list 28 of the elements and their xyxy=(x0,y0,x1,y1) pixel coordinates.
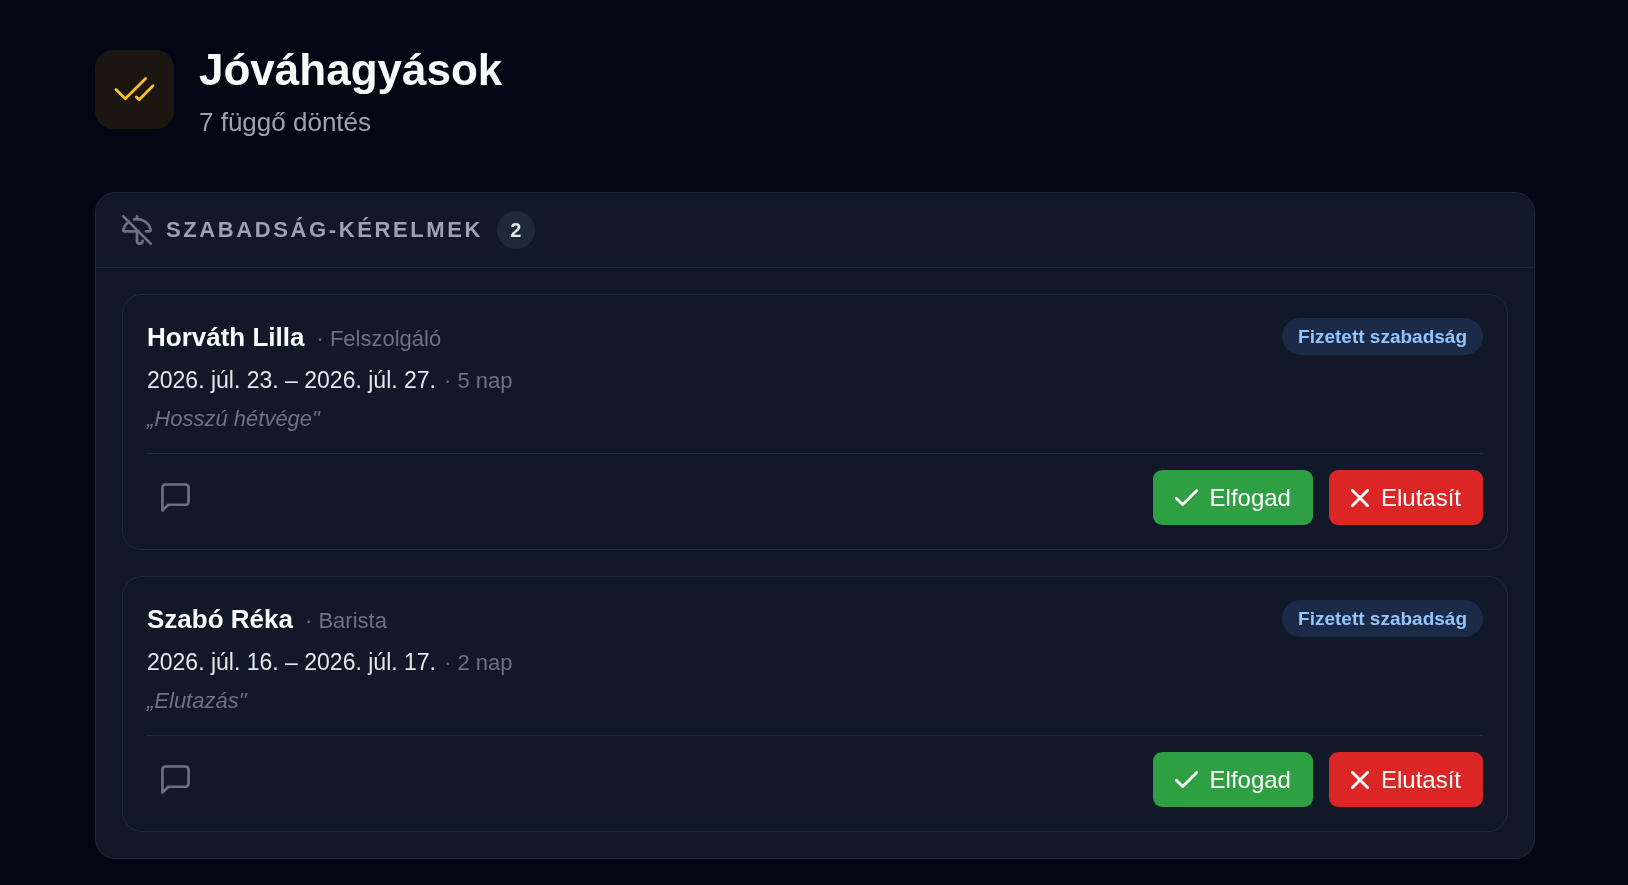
section-title: SZABADSÁG-KÉRELMEK xyxy=(166,217,483,243)
duration-text: · 2 nap xyxy=(444,649,513,677)
check-icon xyxy=(1174,489,1198,506)
employee-name: Szabó Réka xyxy=(147,603,293,636)
leave-type-tag: Fizetett szabadság xyxy=(1282,600,1483,637)
close-icon xyxy=(1350,770,1369,789)
double-check-icon xyxy=(95,50,174,129)
employee-role: · Felszolgáló xyxy=(316,325,442,353)
request-note: „Elutazás" xyxy=(147,687,249,715)
approve-button[interactable]: Elfogad xyxy=(1152,752,1313,807)
check-icon xyxy=(1174,771,1198,788)
request-note: „Hosszú hétvége" xyxy=(147,405,322,433)
approve-button[interactable]: Elfogad xyxy=(1152,470,1313,525)
reject-button[interactable]: Elutasít xyxy=(1328,470,1483,525)
leave-type-tag: Fizetett szabadság xyxy=(1282,318,1483,355)
page-subtitle: 7 függő döntés xyxy=(199,106,372,138)
employee-role: · Barista xyxy=(304,607,387,635)
close-icon xyxy=(1350,488,1369,507)
page-title: Jóváhagyások xyxy=(199,45,503,95)
date-range: 2026. júl. 16. – 2026. júl. 17. xyxy=(147,648,436,677)
speech-bubble-icon[interactable] xyxy=(161,483,190,512)
crossed-umbrella-icon xyxy=(122,215,152,245)
speech-bubble-icon[interactable] xyxy=(161,765,190,794)
date-range: 2026. júl. 23. – 2026. júl. 27. xyxy=(147,366,436,395)
employee-name: Horváth Lilla xyxy=(147,321,305,354)
duration-text: · 5 nap xyxy=(444,367,513,395)
reject-button[interactable]: Elutasít xyxy=(1328,752,1483,807)
count-badge: 2 xyxy=(496,211,535,249)
